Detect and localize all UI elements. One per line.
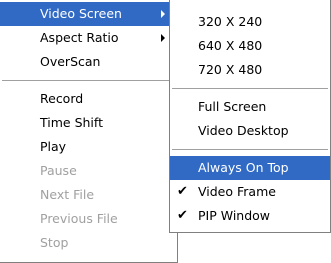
submenu-item-label: Always On Top bbox=[198, 160, 289, 175]
submenu-item-label: Full Screen bbox=[198, 99, 267, 114]
menu-item-label: Play bbox=[40, 139, 67, 154]
submenu-item-full-screen[interactable]: Full Screen bbox=[170, 95, 330, 119]
menu-item-aspect-ratio[interactable]: Aspect Ratio bbox=[0, 26, 177, 50]
menu-item-label: Next File bbox=[40, 187, 95, 202]
submenu-item-label: 640 X 480 bbox=[198, 38, 263, 53]
check-icon: ✔ bbox=[177, 208, 188, 223]
submenu-item-720x480[interactable]: 720 X 480 bbox=[170, 58, 330, 82]
menu-item-label: OverScan bbox=[40, 54, 101, 69]
menu-item-record[interactable]: Record bbox=[0, 87, 177, 111]
submenu-arrow-icon bbox=[161, 34, 165, 42]
menu-item-overscan[interactable]: OverScan bbox=[0, 50, 177, 74]
submenu-item-label: PIP Window bbox=[198, 208, 271, 223]
menu-item-label: Stop bbox=[40, 235, 69, 250]
submenu-separator bbox=[172, 149, 328, 150]
menu-separator bbox=[2, 80, 175, 81]
submenu-item-320x240[interactable]: 320 X 240 bbox=[170, 10, 330, 34]
menu-item-video-screen[interactable]: Video Screen bbox=[0, 2, 177, 26]
menu-item-label: Time Shift bbox=[40, 115, 103, 130]
menu-item-label: Previous File bbox=[40, 211, 118, 226]
menu-item-play[interactable]: Play bbox=[0, 135, 177, 159]
submenu-item-label: Video Desktop bbox=[198, 123, 289, 138]
menu-item-next-file: Next File bbox=[0, 183, 177, 207]
menu-item-previous-file: Previous File bbox=[0, 207, 177, 231]
submenu-item-video-frame[interactable]: ✔ Video Frame bbox=[170, 180, 330, 204]
submenu-item-always-on-top[interactable]: Always On Top bbox=[170, 156, 330, 180]
menu-item-label: Record bbox=[40, 91, 84, 106]
submenu-item-label: 320 X 240 bbox=[198, 14, 263, 29]
context-menu: Video Screen Aspect Ratio OverScan Recor… bbox=[0, 0, 178, 263]
menu-item-stop: Stop bbox=[0, 231, 177, 255]
menu-item-label: Video Screen bbox=[40, 6, 122, 21]
submenu-item-label: Video Frame bbox=[198, 184, 276, 199]
submenu-item-pip-window[interactable]: ✔ PIP Window bbox=[170, 204, 330, 228]
menu-item-pause: Pause bbox=[0, 159, 177, 183]
menu-item-label: Pause bbox=[40, 163, 77, 178]
submenu-item-video-desktop[interactable]: Video Desktop bbox=[170, 119, 330, 143]
submenu-separator bbox=[172, 88, 328, 89]
submenu-top-padding bbox=[170, 0, 330, 10]
menu-item-label: Aspect Ratio bbox=[40, 30, 119, 45]
submenu-item-640x480[interactable]: 640 X 480 bbox=[170, 34, 330, 58]
submenu-arrow-icon bbox=[161, 10, 165, 18]
video-screen-submenu: 320 X 240 640 X 480 720 X 480 Full Scree… bbox=[169, 0, 331, 233]
submenu-item-label: 720 X 480 bbox=[198, 62, 263, 77]
menu-item-time-shift[interactable]: Time Shift bbox=[0, 111, 177, 135]
check-icon: ✔ bbox=[177, 184, 188, 199]
